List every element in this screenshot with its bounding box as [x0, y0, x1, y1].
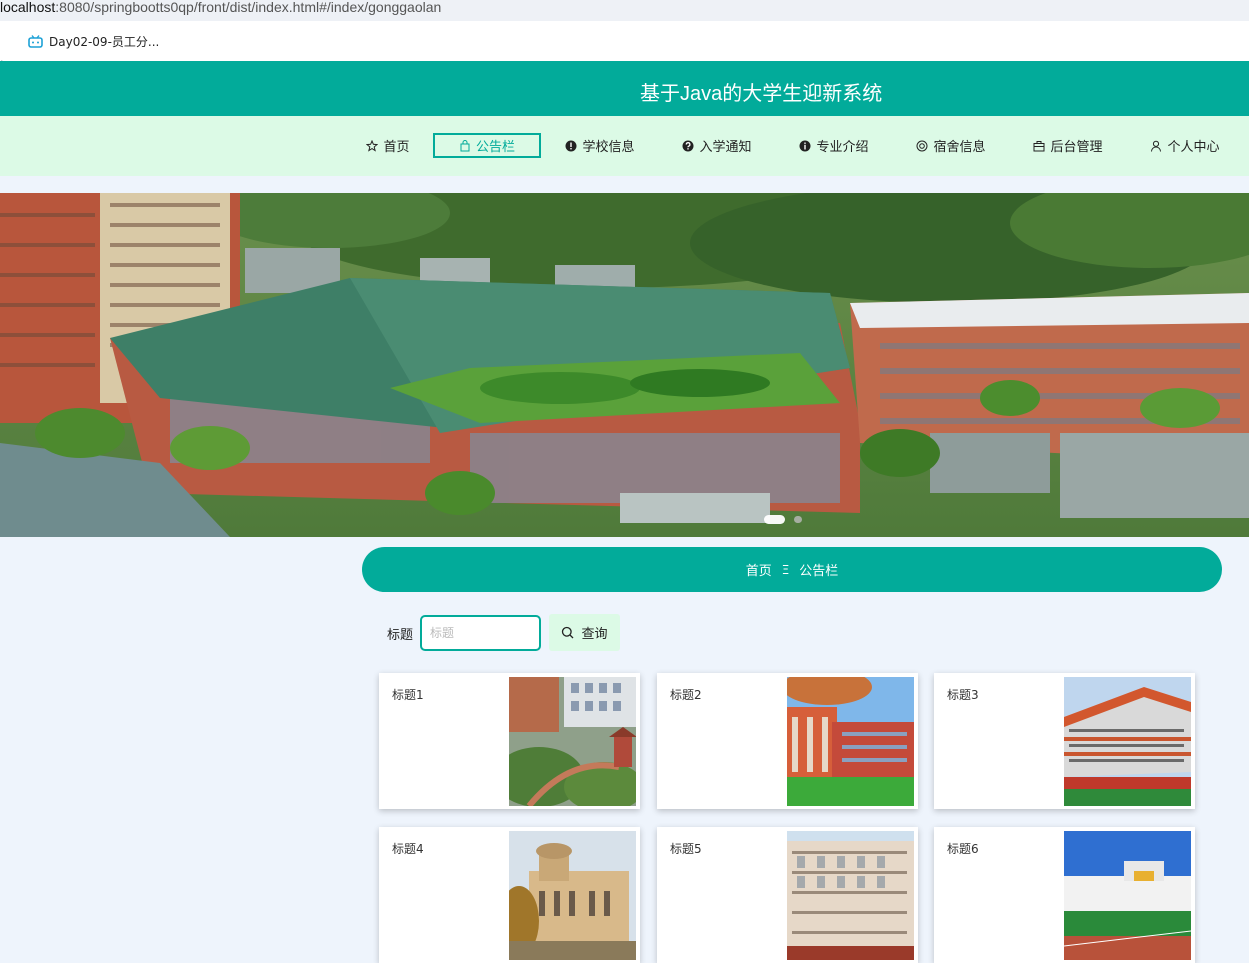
- breadcrumb-current: 公告栏: [799, 564, 839, 579]
- info-icon: [565, 140, 577, 151]
- nav-label: 宿舍信息: [933, 140, 986, 155]
- bilibili-icon: [28, 34, 43, 48]
- breadcrumb-home[interactable]: 首页: [746, 560, 772, 579]
- nav-label: 后台管理: [1050, 140, 1103, 155]
- nav-label: 专业介绍: [816, 140, 869, 155]
- nav-item-notice[interactable]: 公告栏: [433, 133, 541, 158]
- card-title: 标题1: [392, 688, 424, 702]
- search-button-label: 查询: [581, 627, 608, 642]
- bookmarks-bar: . Day02-09-员工分...: [0, 21, 1249, 64]
- breadcrumb-separator: Ξ: [781, 562, 790, 577]
- nav-item-school-info[interactable]: 学校信息: [560, 133, 640, 158]
- url-host: localhost: [0, 0, 56, 15]
- user-icon: [1151, 140, 1162, 152]
- card-image: [1064, 677, 1191, 806]
- nav-label: 公告栏: [475, 140, 515, 155]
- nav-label: 入学通知: [699, 140, 752, 155]
- carousel-indicator-active[interactable]: [764, 515, 785, 524]
- nav-item-major-intro[interactable]: 专业介绍: [794, 133, 874, 158]
- bookmark-item[interactable]: Day02-09-员工分...: [28, 33, 159, 49]
- notice-card[interactable]: 标题1: [379, 673, 640, 809]
- card-title: 标题4: [392, 842, 424, 856]
- bookmark-label: Day02-09-员工分...: [49, 34, 160, 49]
- card-title: 标题6: [947, 842, 979, 856]
- nav-label: 学校信息: [582, 140, 635, 155]
- url-path: :8080/springbootts0qp/front/dist/index.h…: [55, 0, 442, 15]
- card-title: 标题3: [947, 688, 979, 702]
- nav-item-enrollment-notice[interactable]: 入学通知: [677, 133, 757, 158]
- bag-icon: [460, 139, 470, 151]
- breadcrumb: 首页 Ξ 公告栏: [362, 547, 1222, 592]
- nav-item-home[interactable]: 首页: [360, 133, 416, 158]
- search-button[interactable]: 查询: [549, 614, 620, 651]
- card-image: [787, 831, 914, 960]
- search-icon: [562, 626, 574, 639]
- nav-item-profile[interactable]: 个人中心: [1145, 133, 1225, 158]
- banner-carousel[interactable]: [0, 193, 1249, 537]
- notice-card[interactable]: 标题4: [379, 827, 640, 963]
- card-image: [509, 677, 636, 806]
- notice-card[interactable]: 标题2: [657, 673, 918, 809]
- card-title: 标题2: [670, 688, 702, 702]
- briefcase-icon: [1033, 140, 1045, 151]
- carousel-indicator[interactable]: [794, 516, 802, 523]
- question-icon: [682, 140, 694, 151]
- nav-label: 个人中心: [1167, 140, 1220, 155]
- card-image: [1064, 831, 1191, 960]
- nav-item-dormitory-info[interactable]: 宿舍信息: [911, 133, 991, 158]
- notice-card[interactable]: 标题5: [657, 827, 918, 963]
- star-icon: [366, 139, 379, 152]
- notice-card[interactable]: 标题3: [934, 673, 1195, 809]
- card-image: [509, 831, 636, 960]
- nav-label: 首页: [383, 140, 410, 155]
- site-title: 基于Java的大学生迎新系统: [640, 83, 883, 105]
- title-search-input[interactable]: [420, 615, 541, 651]
- address-bar[interactable]: localhost:8080/springbootts0qp/front/dis…: [0, 0, 1249, 21]
- camera-icon: [916, 140, 928, 151]
- search-label: 标题: [387, 628, 414, 643]
- card-image: [787, 677, 914, 806]
- info-icon: [799, 140, 811, 151]
- card-title: 标题5: [670, 842, 702, 856]
- campus-banner-image: [0, 193, 1249, 537]
- main-nav: 首页 公告栏 学校信息 入学通知 专业介绍 宿舍信息 后台管理 个人中心: [0, 116, 1249, 176]
- nav-item-admin[interactable]: 后台管理: [1028, 133, 1108, 158]
- notice-card[interactable]: 标题6: [934, 827, 1195, 963]
- site-header: 基于Java的大学生迎新系统: [0, 61, 1249, 116]
